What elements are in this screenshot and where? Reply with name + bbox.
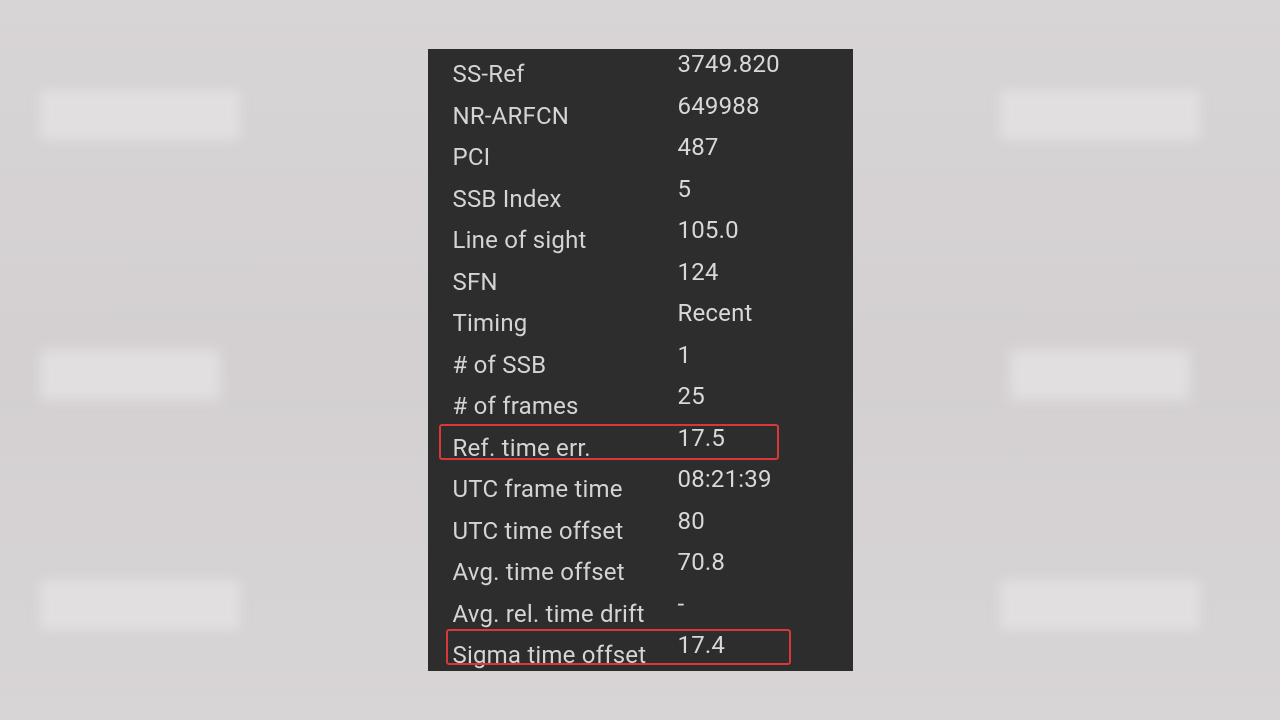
value-pci: 487 (678, 128, 719, 166)
label-ss-ref: SS-Ref (453, 49, 678, 96)
row-pci: PCI 487 (428, 132, 853, 174)
label-ref-time-err: Ref. time err. (453, 423, 678, 470)
value-num-frames: 25 (678, 377, 705, 415)
label-timing: Timing (453, 298, 678, 345)
label-sfn: SFN (453, 257, 678, 304)
value-utc-frame-time: 08:21:39 (678, 460, 772, 498)
label-line-of-sight: Line of sight (453, 215, 678, 262)
value-sfn: 124 (678, 253, 719, 291)
value-timing: Recent (678, 294, 753, 332)
value-nr-arfcn: 649988 (678, 87, 760, 125)
row-utc-frame-time: UTC frame time 08:21:39 (428, 464, 853, 506)
row-num-ssb: # of SSB 1 (428, 340, 853, 382)
label-nr-arfcn: NR-ARFCN (453, 91, 678, 138)
label-sigma-time-offset: Sigma time offset (453, 630, 678, 671)
row-ss-ref: SS-Ref 3749.820 (428, 49, 853, 91)
value-avg-rel-time-drift: - (678, 585, 685, 623)
row-num-frames: # of frames 25 (428, 381, 853, 423)
row-sfn: SFN 124 (428, 257, 853, 299)
row-utc-time-offset: UTC time offset 80 (428, 506, 853, 548)
label-avg-time-offset: Avg. time offset (453, 547, 678, 594)
value-utc-time-offset: 80 (678, 502, 705, 540)
value-avg-time-offset: 70.8 (678, 543, 726, 581)
row-ssb-index: SSB Index 5 (428, 174, 853, 216)
row-avg-time-offset: Avg. time offset 70.8 (428, 547, 853, 589)
label-avg-rel-time-drift: Avg. rel. time drift (453, 589, 678, 636)
row-line-of-sight: Line of sight 105.0 (428, 215, 853, 257)
label-utc-time-offset: UTC time offset (453, 506, 678, 553)
label-num-frames: # of frames (453, 381, 678, 428)
value-num-ssb: 1 (678, 336, 692, 374)
label-utc-frame-time: UTC frame time (453, 464, 678, 511)
label-pci: PCI (453, 132, 678, 179)
value-sigma-time-offset: 17.4 (678, 626, 726, 664)
value-ref-time-err: 17.5 (678, 419, 726, 457)
value-ssb-index: 5 (678, 170, 692, 208)
row-sigma-time-offset: Sigma time offset 17.4 (428, 630, 853, 671)
row-avg-rel-time-drift: Avg. rel. time drift - (428, 589, 853, 631)
value-line-of-sight: 105.0 (678, 211, 739, 249)
row-ref-time-err: Ref. time err. 17.5 (428, 423, 853, 465)
row-nr-arfcn: NR-ARFCN 649988 (428, 91, 853, 133)
metrics-panel: SS-Ref 3749.820 NR-ARFCN 649988 PCI 487 … (428, 49, 853, 671)
value-ss-ref: 3749.820 (678, 49, 780, 83)
label-num-ssb: # of SSB (453, 340, 678, 387)
row-timing: Timing Recent (428, 298, 853, 340)
label-ssb-index: SSB Index (453, 174, 678, 221)
